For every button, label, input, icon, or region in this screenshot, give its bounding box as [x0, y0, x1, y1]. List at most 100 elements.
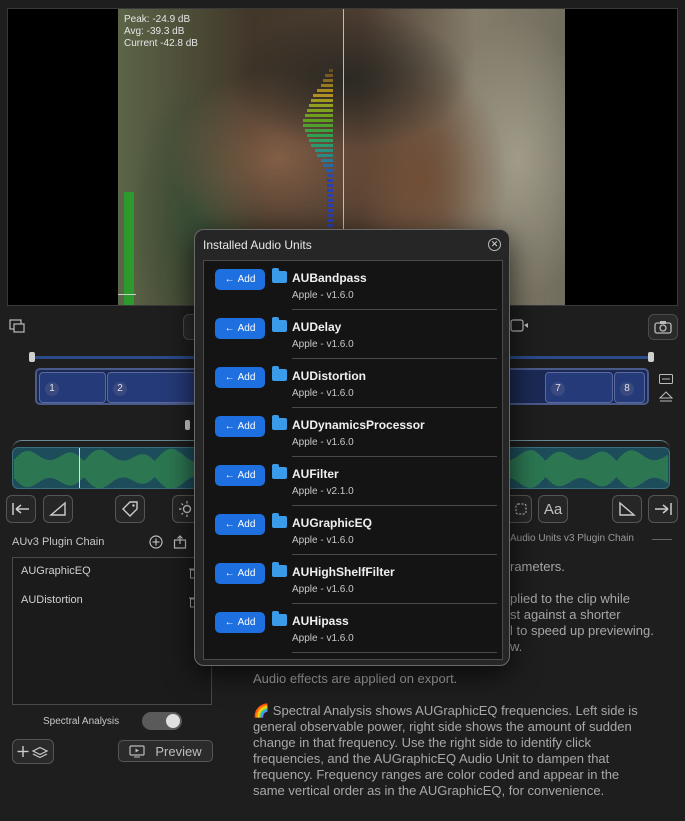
spectrum-bar: [327, 204, 333, 207]
clip-1[interactable]: 1: [39, 372, 106, 403]
spectrum-bar: [327, 209, 333, 212]
spectrum-bar: [313, 94, 333, 97]
spectrum-bar: [307, 134, 333, 137]
camera-icon: [654, 321, 672, 334]
chain-item[interactable]: AUGraphicEQ: [21, 565, 91, 577]
audio-unit-name: AUGraphicEQ: [292, 516, 373, 530]
brightness-button[interactable]: [172, 495, 196, 523]
plugin-chain-label: AUv3 Plugin Chain: [12, 536, 105, 548]
clip-number: 8: [620, 382, 634, 396]
folder-icon: [272, 513, 287, 528]
audio-unit-row: ← Add AUHipass Apple - v1.6.0: [204, 604, 502, 653]
fade-in-button[interactable]: [43, 495, 73, 523]
audio-unit-version: Apple - v1.6.0: [292, 388, 354, 399]
clip-8[interactable]: 8: [614, 372, 645, 403]
add-plugin-button[interactable]: [149, 535, 163, 549]
audio-unit-version: Apple - v1.6.0: [292, 339, 354, 350]
folder-icon: [272, 415, 287, 430]
add-layer-button[interactable]: [12, 739, 54, 764]
add-label: Add: [237, 470, 256, 481]
spectrum-bar: [311, 99, 333, 102]
spectrum-bar: [327, 189, 333, 192]
add-audio-unit-button[interactable]: ← Add: [215, 465, 265, 486]
add-audio-unit-button[interactable]: ← Add: [215, 563, 265, 584]
trim-start-handle[interactable]: [29, 352, 35, 362]
spectral-help-line: general observable power, right side sho…: [253, 719, 632, 734]
clip-2[interactable]: 2: [107, 372, 197, 403]
spectrum-bar: [327, 194, 333, 197]
spectrum-bar: [317, 154, 333, 157]
spectrum-bar: [305, 129, 333, 132]
clip-list-icon[interactable]: [659, 371, 673, 384]
add-label: Add: [237, 617, 256, 628]
spectrum-bar: [317, 89, 333, 92]
audio-unit-name: AUDistortion: [292, 369, 366, 383]
clip-number: 1: [45, 382, 59, 396]
add-audio-unit-button[interactable]: ← Add: [215, 514, 265, 535]
spectrum-bar: [321, 159, 333, 162]
audio-unit-version: Apple - v1.6.0: [292, 290, 354, 301]
add-audio-unit-button[interactable]: ← Add: [215, 612, 265, 633]
trim-end-handle[interactable]: [648, 352, 654, 362]
spectrum-bar: [323, 79, 333, 82]
jump-start-icon: [12, 503, 29, 515]
arrow-left-icon: ←: [224, 421, 235, 432]
current-level: Current -42.8 dB: [124, 38, 198, 49]
text-button[interactable]: Aa: [538, 495, 568, 523]
tag-button[interactable]: [115, 495, 145, 523]
add-audio-unit-button[interactable]: ← Add: [215, 367, 265, 388]
folder-icon: [272, 562, 287, 577]
jump-end-button[interactable]: [648, 495, 678, 523]
arrow-left-icon: ←: [224, 274, 235, 285]
folder-icon: [272, 317, 287, 332]
playhead-handle[interactable]: [185, 420, 190, 430]
add-audio-unit-button[interactable]: ← Add: [215, 416, 265, 437]
spectrum-bar: [311, 144, 333, 147]
spectrum-bar: [327, 214, 333, 217]
arrow-left-icon: ←: [224, 568, 235, 579]
picture-in-picture-icon[interactable]: [8, 318, 26, 334]
export-chain-button[interactable]: [173, 535, 187, 549]
audio-unit-version: Apple - v1.6.0: [292, 437, 354, 448]
arrow-left-icon: ←: [224, 372, 235, 383]
arrow-left-icon: ←: [224, 323, 235, 334]
chain-item[interactable]: AUDistortion: [21, 594, 83, 606]
preview-label: Preview: [155, 743, 202, 759]
spectrum-bar: [325, 74, 333, 77]
divider: [292, 652, 497, 653]
fade-out-button[interactable]: [612, 495, 642, 523]
audio-unit-row: ← Add AUDynamicsProcessor Apple - v1.6.0: [204, 408, 502, 457]
audio-unit-version: Apple - v1.6.0: [292, 633, 354, 644]
plugin-chain-list: AUGraphicEQ AUDistortion: [12, 557, 212, 705]
spectral-help-line: 🌈 Spectral Analysis shows AUGraphicEQ fr…: [253, 703, 638, 718]
add-label: Add: [237, 323, 256, 334]
clip-7[interactable]: 7: [545, 372, 613, 403]
folder-icon: [272, 611, 287, 626]
jump-start-button[interactable]: [6, 495, 36, 523]
audio-unit-name: AUBandpass: [292, 271, 367, 285]
arrow-left-icon: ←: [224, 470, 235, 481]
help-line: rameters.: [510, 559, 565, 574]
jump-end-icon: [655, 503, 672, 515]
audio-unit-name: AUHipass: [292, 614, 349, 628]
spectral-help-line: change in that frequency. Use the right …: [253, 735, 591, 750]
folder-icon: [272, 464, 287, 479]
close-icon[interactable]: ✕: [488, 238, 501, 251]
eject-icon[interactable]: [658, 390, 674, 402]
audio-unit-version: Apple - v1.6.0: [292, 535, 354, 546]
spectrum-bar: [329, 69, 333, 72]
clip-number: 2: [113, 382, 127, 396]
preview-button[interactable]: Preview: [118, 740, 213, 762]
add-audio-unit-button[interactable]: ← Add: [215, 269, 265, 290]
peak-level: Peak: -24.9 dB: [124, 14, 191, 25]
audio-unit-name: AUFilter: [292, 467, 339, 481]
output-icon[interactable]: [510, 318, 530, 334]
filter-button[interactable]: [510, 495, 532, 523]
add-label: Add: [237, 421, 256, 432]
camera-button[interactable]: [648, 314, 678, 340]
installed-audio-units-dialog: Installed Audio Units ✕ ← Add AUBandpass Ap…: [194, 229, 510, 666]
spectrum-bar: [327, 174, 333, 177]
spectral-analysis-toggle[interactable]: [142, 712, 182, 730]
spectrum-bar: [325, 169, 333, 172]
add-audio-unit-button[interactable]: ← Add: [215, 318, 265, 339]
